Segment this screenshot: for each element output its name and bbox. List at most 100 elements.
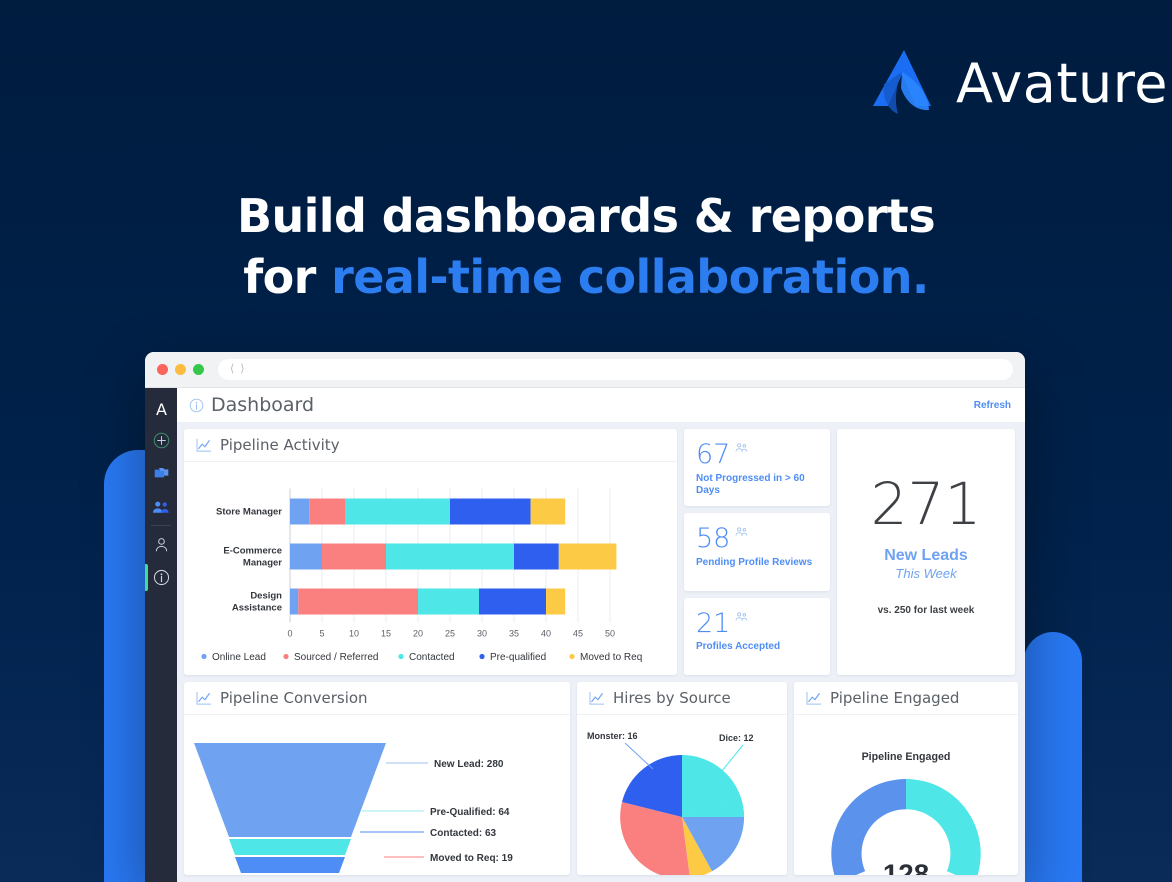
funnel-stage-contacted <box>235 857 345 873</box>
svg-text:Online Lead: Online Lead <box>212 652 266 663</box>
decorative-shape-right <box>1024 632 1082 882</box>
chart-line-icon <box>196 438 211 452</box>
new-leads-label: New Leads <box>884 546 968 564</box>
people-icon <box>735 612 748 621</box>
svg-text:Assistance: Assistance <box>232 603 282 614</box>
kpi-value: 21 <box>696 607 731 639</box>
card-header: Pipeline Engaged <box>794 682 1018 715</box>
minimize-window-button[interactable] <box>175 364 186 375</box>
funnel-label-contacted: Contacted: 63 <box>430 828 497 839</box>
svg-text:Manager: Manager <box>243 558 282 569</box>
headline-accent: real-time collaboration. <box>331 249 929 304</box>
svg-text:Pre-qualified: Pre-qualified <box>490 652 546 663</box>
browser-window: ⟨ ⟩ A Dashboard Refresh Pipeline Activit… <box>145 352 1025 882</box>
card-header: Pipeline Activity <box>184 429 677 462</box>
card-title: Hires by Source <box>613 689 731 707</box>
svg-text:50: 50 <box>605 629 615 639</box>
dashboard-row-top: Pipeline Activity Store Manager E-Commer… <box>184 429 1018 675</box>
stacked-bar-chart: Store Manager E-Commerce Manager Design … <box>201 488 642 663</box>
svg-text:Moved to Req: Moved to Req <box>580 652 642 663</box>
avature-logo-icon <box>873 50 931 114</box>
bar-ecommerce-manager <box>290 543 617 570</box>
new-leads-comparison: vs. 250 for last week <box>877 604 975 616</box>
headline-line-2: for real-time collaboration. <box>0 247 1172 308</box>
funnel-label-new-lead: New Lead: 280 <box>434 759 504 770</box>
svg-text:40: 40 <box>541 629 551 639</box>
chart-legend: Online Lead Sourced / Referred Contacted… <box>201 652 642 663</box>
page-title: Build dashboards & reports for real-time… <box>0 186 1172 307</box>
kpi-value-row: 67 <box>696 439 818 470</box>
card-header: Hires by Source <box>577 682 787 715</box>
card-pipeline-engaged: Pipeline Engaged Pipeline Engaged 128 <box>794 682 1018 875</box>
kpi-label: Pending Profile Reviews <box>696 556 813 568</box>
kpi-value-row: 58 <box>696 526 818 552</box>
svg-text:5: 5 <box>319 629 324 639</box>
card-title: Pipeline Conversion <box>220 689 368 707</box>
app-body: A Dashboard Refresh Pipeline Activity St… <box>145 388 1025 882</box>
kpi-card-pending-reviews[interactable]: 58 Pending Profile Reviews <box>684 513 830 591</box>
funnel-label-moved-to-req: Moved to Req: 19 <box>430 853 513 864</box>
pie-label-monster: Monster: 16 <box>587 731 638 741</box>
funnel-stage-pre-qualified <box>229 839 351 855</box>
card-pipeline-activity: Pipeline Activity Store Manager E-Commer… <box>184 429 677 675</box>
kpi-value: 67 <box>696 439 731 470</box>
sidebar-logo: A <box>156 399 167 419</box>
headline-prefix: for <box>243 249 332 304</box>
svg-text:Store Manager: Store Manager <box>216 507 282 518</box>
brand-logo: Avature <box>868 48 1168 120</box>
svg-text:15: 15 <box>381 629 391 639</box>
svg-text:Contacted: Contacted <box>409 652 455 663</box>
new-leads-value: 271 <box>870 469 982 538</box>
chart-line-icon <box>806 691 821 705</box>
chevron-right-icon[interactable]: ⟩ <box>240 364 244 375</box>
pie-label-dice: Dice: 12 <box>719 733 754 743</box>
window-controls <box>157 364 204 375</box>
sidebar-item-people[interactable] <box>145 490 177 523</box>
kpi-card-not-progressed[interactable]: 67 Not Progressed in > 60 Days <box>684 429 830 507</box>
svg-text:35: 35 <box>509 629 519 639</box>
chevron-left-icon[interactable]: ⟨ <box>230 364 234 375</box>
funnel-label-pre-qualified: Pre-Qualified: 64 <box>430 807 510 818</box>
svg-text:30: 30 <box>477 629 487 639</box>
app-sidebar: A <box>145 388 177 882</box>
funnel-stage-new-lead <box>194 743 386 837</box>
plus-circle-icon <box>153 432 169 449</box>
svg-text:45: 45 <box>573 629 583 639</box>
folders-icon <box>154 467 168 478</box>
card-title: Pipeline Engaged <box>830 689 960 707</box>
people-icon <box>152 501 169 513</box>
dashboard-title: Dashboard <box>211 394 315 416</box>
kpi-column: 67 Not Progressed in > 60 Days 58 Pendin… <box>684 429 830 675</box>
card-new-leads: 271 New Leads This Week vs. 250 for last… <box>837 429 1015 675</box>
app-content: Dashboard Refresh Pipeline Activity Stor… <box>177 388 1025 882</box>
sidebar-item-folders[interactable] <box>145 457 177 490</box>
address-bar[interactable]: ⟨ ⟩ <box>218 359 1013 380</box>
close-window-button[interactable] <box>157 364 168 375</box>
chart-line-icon <box>196 691 211 705</box>
sidebar-item-profile[interactable] <box>145 528 177 561</box>
headline-line-1: Build dashboards & reports <box>237 189 936 243</box>
svg-text:E-Commerce: E-Commerce <box>223 546 282 557</box>
kpi-value-row: 21 <box>696 607 818 639</box>
bar-design-assistance <box>290 588 566 615</box>
bar-store-manager <box>290 498 566 525</box>
chart-line-icon <box>589 691 604 705</box>
card-hires-by-source: Hires by Source Monster: 16 Dice: 12 <box>577 682 787 875</box>
card-header: Pipeline Conversion <box>184 682 570 715</box>
maximize-window-button[interactable] <box>193 364 204 375</box>
info-circle-icon <box>189 398 204 413</box>
svg-text:Sourced / Referred: Sourced / Referred <box>294 652 379 663</box>
svg-text:25: 25 <box>445 629 455 639</box>
donut-center-value: 128 <box>883 859 929 875</box>
kpi-card-profiles-accepted[interactable]: 21 Profiles Accepted <box>684 597 830 675</box>
dashboard-header: Dashboard Refresh <box>177 388 1025 422</box>
brand-name: Avature <box>956 52 1168 115</box>
kpi-label: Not Progressed in > 60 Days <box>696 472 805 497</box>
sidebar-item-info[interactable] <box>145 561 177 594</box>
card-pipeline-conversion: Pipeline Conversion New Lead: 280 Pre-Qu… <box>184 682 570 875</box>
refresh-link[interactable]: Refresh <box>974 400 1011 411</box>
svg-text:20: 20 <box>413 629 423 639</box>
sidebar-divider <box>151 525 171 526</box>
browser-titlebar: ⟨ ⟩ <box>145 352 1025 388</box>
sidebar-item-add[interactable] <box>145 424 177 457</box>
